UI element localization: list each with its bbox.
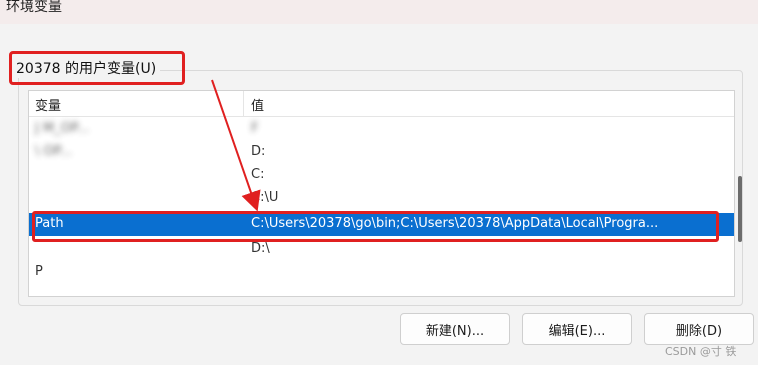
- annotation-arrow: [211, 79, 261, 212]
- delete-button[interactable]: 删除(D): [644, 313, 754, 345]
- edit-button[interactable]: 编辑(E)...: [522, 313, 632, 345]
- new-button[interactable]: 新建(N)...: [400, 313, 510, 345]
- watermark: CSDN @寸 铁: [665, 345, 737, 358]
